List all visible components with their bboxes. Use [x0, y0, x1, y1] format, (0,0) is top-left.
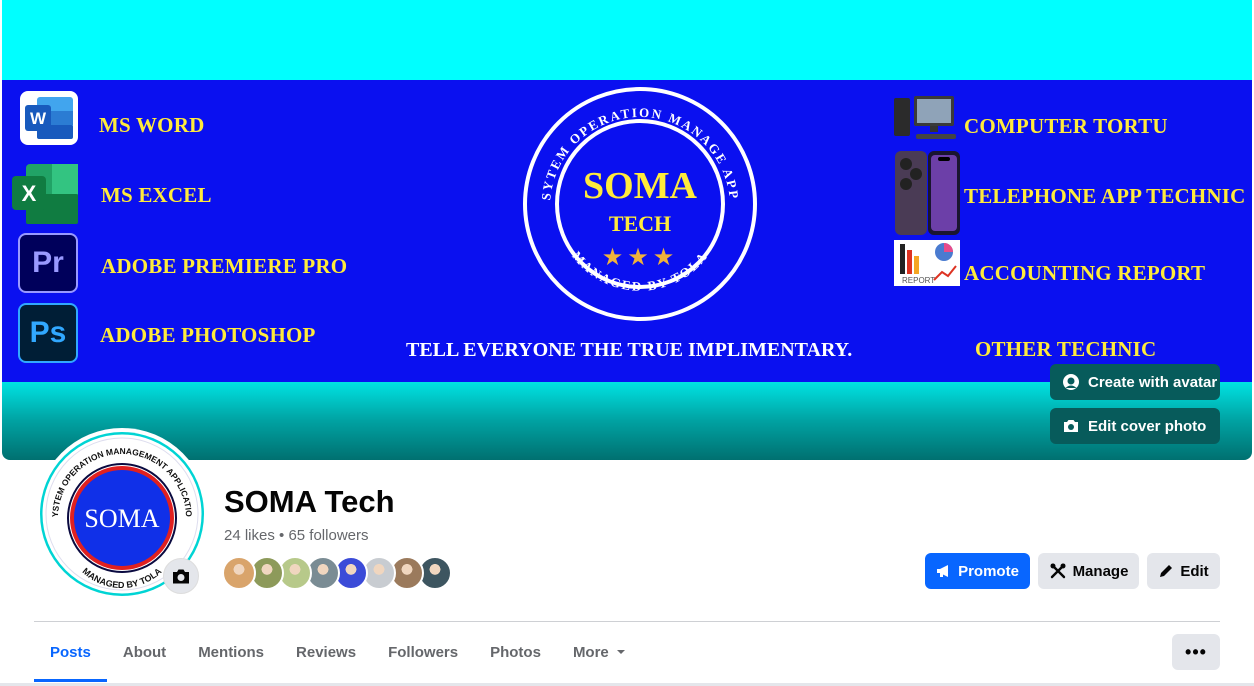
- cover-other-label: OTHER TECHNIC: [975, 337, 1157, 361]
- tab-label: Photos: [490, 643, 541, 661]
- avatar-logo-title: SOMA: [84, 504, 159, 533]
- edit-cover-photo-button[interactable]: Edit cover photo: [1050, 408, 1220, 444]
- edit-button[interactable]: Edit: [1147, 553, 1220, 589]
- svg-text:REPORT: REPORT: [902, 276, 935, 285]
- tab-posts[interactable]: Posts: [34, 622, 107, 682]
- svg-text:X: X: [22, 181, 37, 206]
- logo-stars: ★★★: [602, 243, 679, 271]
- manage-button[interactable]: Manage: [1038, 553, 1139, 589]
- cover-item-label: ACCOUNTING REPORT: [964, 261, 1206, 285]
- update-profile-picture-button[interactable]: [163, 558, 199, 594]
- caret-down-icon: [616, 650, 625, 654]
- cover-item-label: ADOBE PHOTOSHOP: [100, 323, 316, 347]
- tab-more[interactable]: More: [557, 622, 642, 682]
- tab-photos[interactable]: Photos: [474, 622, 557, 682]
- soma-tech-logo: SYTEM OPERATION MANAGE APP MANAGED BY TO…: [523, 87, 757, 321]
- phone-icon: [895, 151, 960, 235]
- promote-label: Promote: [958, 562, 1019, 580]
- tab-followers[interactable]: Followers: [372, 622, 474, 682]
- tab-label: Followers: [388, 643, 459, 661]
- tab-label: About: [122, 643, 167, 661]
- promote-button[interactable]: Promote: [925, 553, 1030, 589]
- cover-item-label: COMPUTER TORTU: [964, 114, 1168, 138]
- tab-label: More: [572, 643, 609, 661]
- cover-item-label: MS EXCEL: [101, 183, 212, 207]
- page-tabs: Posts About Mentions Reviews Followers P…: [34, 622, 642, 682]
- tab-label: Reviews: [296, 643, 357, 661]
- follower-avatar[interactable]: [222, 556, 256, 590]
- cover-tagline: TELL EVERYONE THE TRUE IMPLIMENTARY.: [406, 339, 853, 361]
- camera-icon: [1064, 420, 1078, 432]
- page-title: SOMA Tech: [224, 484, 395, 519]
- logo-title: SOMA: [583, 165, 698, 207]
- pencil-icon: [1160, 565, 1173, 577]
- camera-icon: [173, 569, 189, 583]
- more-options-button[interactable]: •••: [1172, 634, 1220, 670]
- manage-label: Manage: [1072, 562, 1129, 580]
- create-with-avatar-label: Create with avatar: [1088, 373, 1218, 391]
- tab-label: Mentions: [198, 643, 265, 661]
- tab-label: Posts: [50, 643, 91, 661]
- premiere-icon: Pr: [18, 233, 78, 293]
- avatar-icon: [1063, 374, 1079, 390]
- photoshop-icon: Ps: [18, 303, 78, 363]
- tab-about[interactable]: About: [107, 622, 182, 682]
- cover-item-label: MS WORD: [99, 113, 205, 137]
- tab-reviews[interactable]: Reviews: [280, 622, 372, 682]
- megaphone-icon: [937, 565, 949, 577]
- cover-photo[interactable]: W X Pr Ps MS WORD MS EXCEL ADOBE PREMIER…: [2, 0, 1252, 460]
- word-icon: W: [20, 91, 78, 145]
- follower-avatars[interactable]: [222, 556, 452, 590]
- report-icon: REPORT: [894, 240, 960, 286]
- logo-subtitle: TECH: [609, 211, 671, 236]
- edit-cover-photo-label: Edit cover photo: [1088, 417, 1207, 435]
- likes-followers-count[interactable]: 24 likes • 65 followers: [224, 527, 369, 544]
- cover-item-label: ADOBE PREMIERE PRO: [101, 254, 348, 278]
- computer-icon: [894, 96, 956, 139]
- svg-text:W: W: [30, 109, 47, 128]
- edit-label: Edit: [1180, 562, 1209, 580]
- cover-banner: W X Pr Ps MS WORD MS EXCEL ADOBE PREMIER…: [2, 80, 1252, 382]
- excel-icon: X: [10, 162, 80, 226]
- create-with-avatar-button[interactable]: Create with avatar: [1050, 364, 1220, 400]
- tab-mentions[interactable]: Mentions: [182, 622, 280, 682]
- cover-item-label: TELEPHONE APP TECHNIC: [964, 184, 1246, 208]
- tools-icon: [1050, 563, 1066, 579]
- ellipsis-icon: •••: [1185, 641, 1207, 662]
